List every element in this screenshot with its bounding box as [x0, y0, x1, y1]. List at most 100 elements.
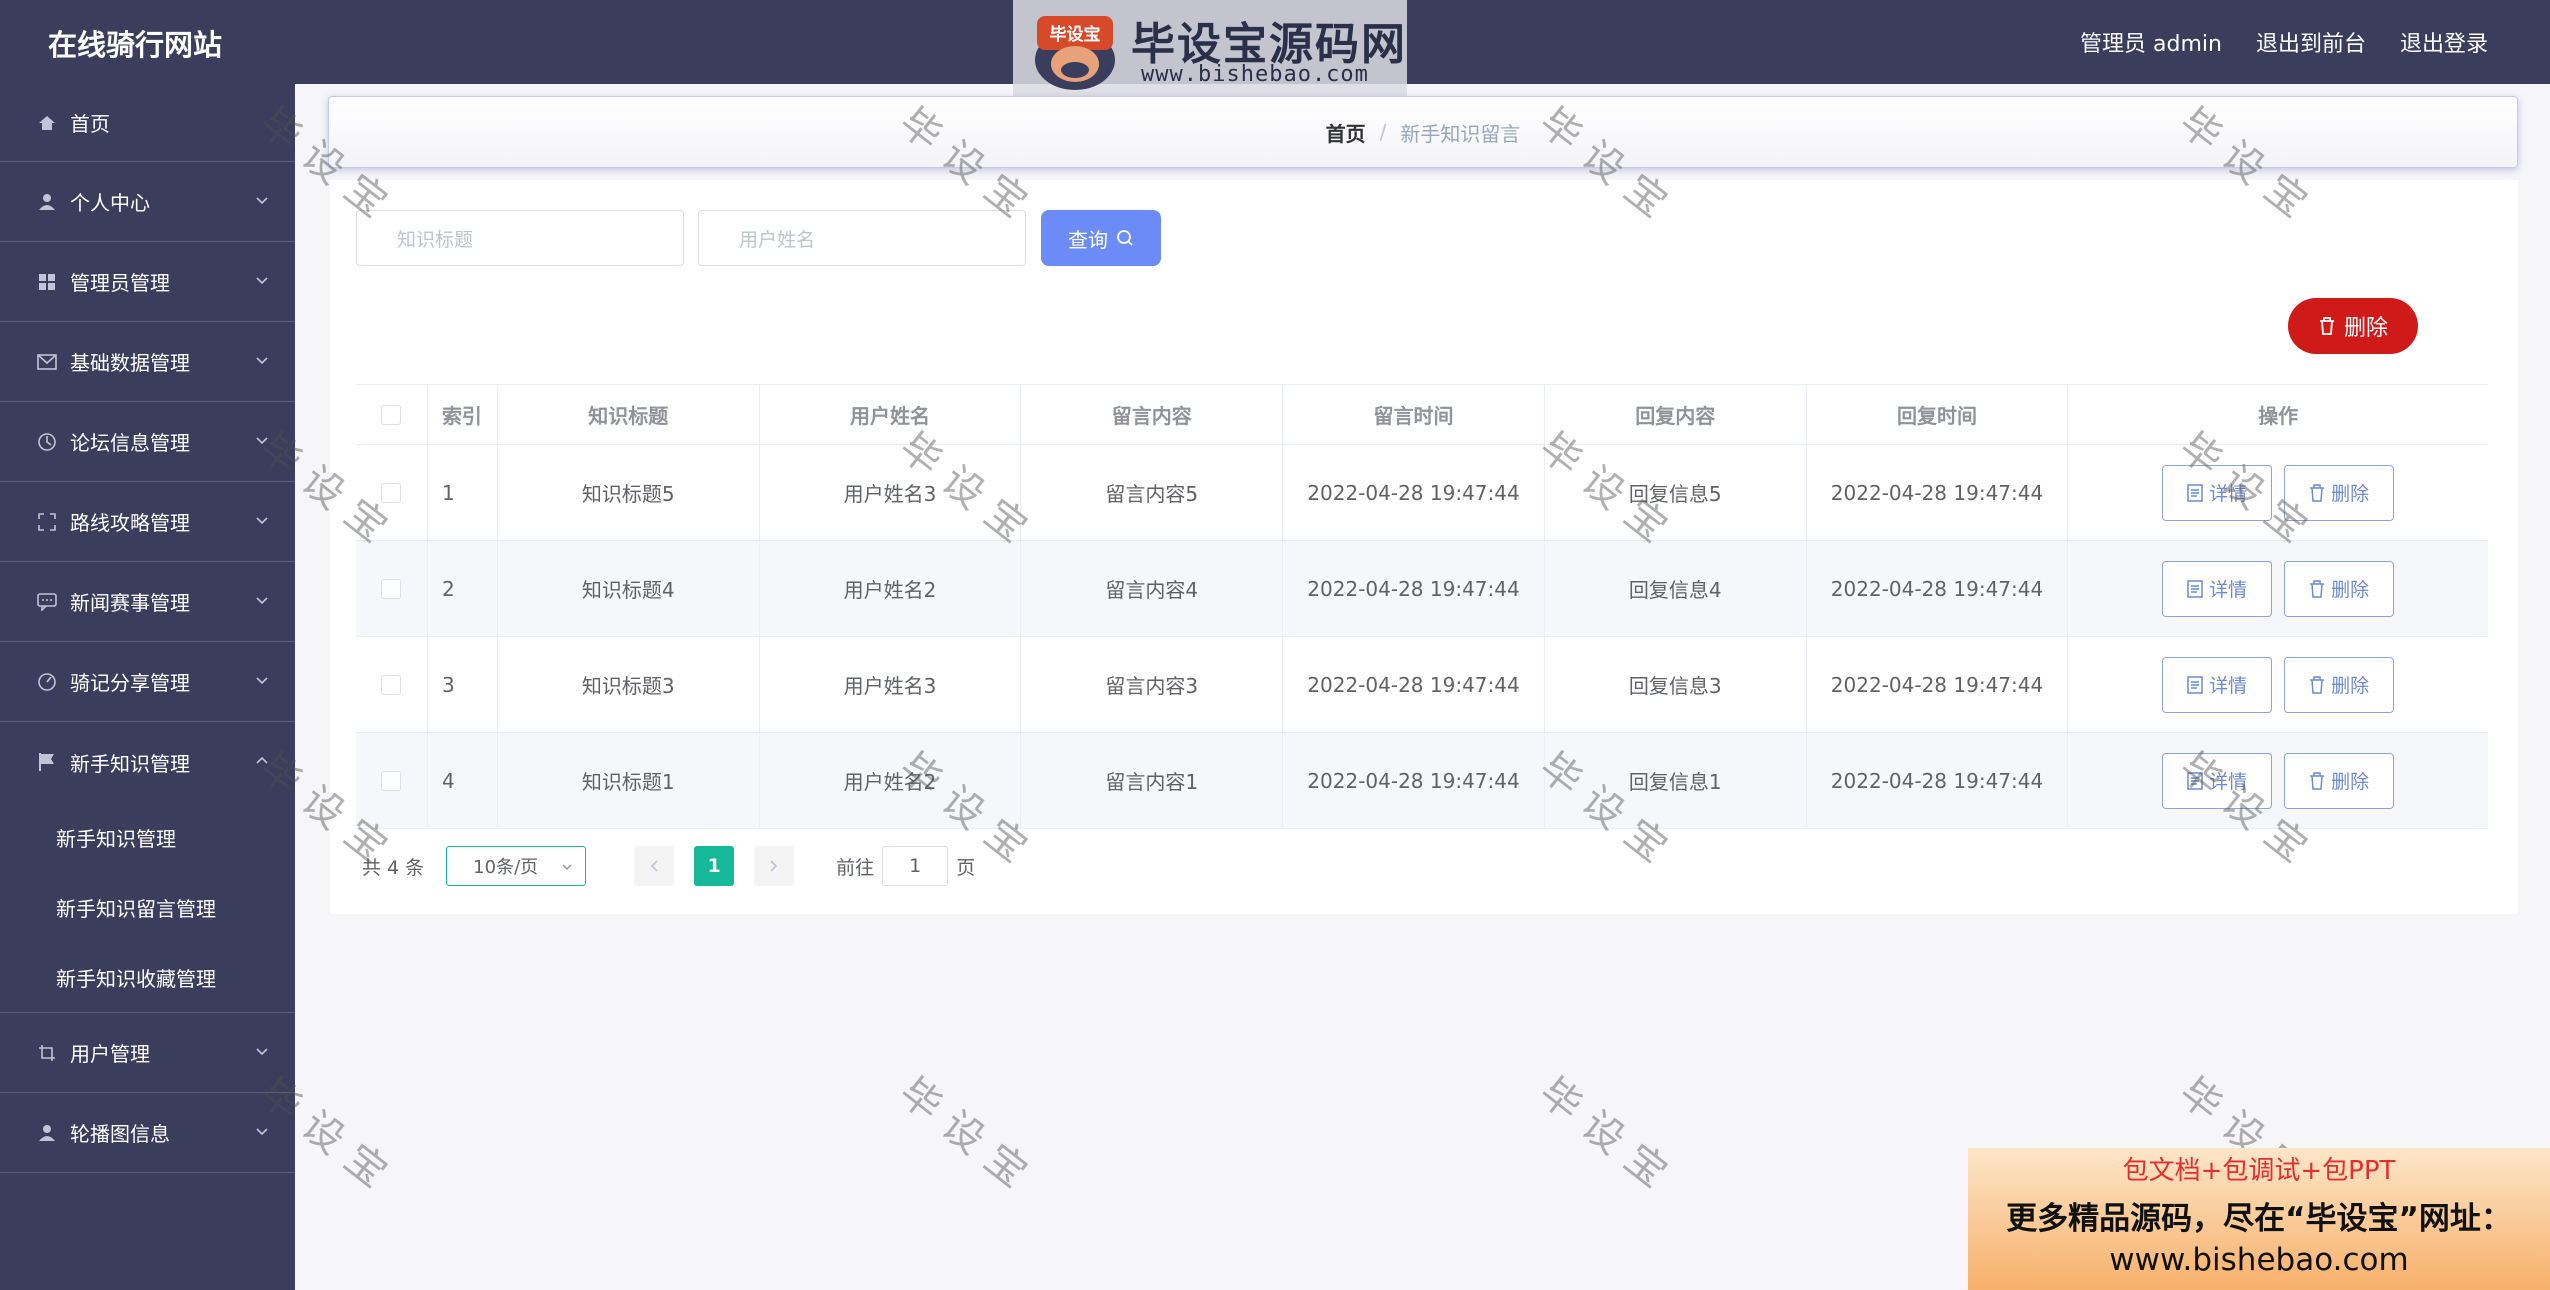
table-cell: 1 — [428, 445, 498, 540]
pagination-total: 共 4 条 — [362, 856, 425, 879]
sidebar-item-label: 新闻赛事管理 — [70, 591, 190, 615]
goto-label: 前往 — [836, 856, 875, 879]
row-actions: 详情 删除 — [2068, 733, 2488, 828]
row-checkbox[interactable] — [381, 482, 402, 503]
prev-page-button[interactable] — [634, 846, 675, 886]
select-all-checkbox[interactable] — [381, 404, 402, 425]
submenu-item-knowledge-messages[interactable]: 新手知识留言管理 — [0, 872, 295, 942]
table-cell: 知识标题3 — [498, 637, 760, 732]
sidebar-item-personal-center[interactable]: 个人中心 — [0, 162, 295, 242]
crop-icon — [36, 1042, 58, 1064]
table-cell: 回复信息4 — [1545, 541, 1807, 636]
row-actions: 详情 删除 — [2068, 445, 2488, 540]
next-page-button[interactable] — [754, 846, 795, 886]
page-size-select[interactable]: 10条/页 — [446, 846, 587, 886]
detail-button[interactable]: 详情 — [2162, 560, 2273, 617]
detail-button[interactable]: 详情 — [2162, 464, 2273, 521]
chevron-right-icon — [770, 860, 778, 872]
detail-button[interactable]: 详情 — [2162, 752, 2273, 809]
document-icon — [2187, 579, 2203, 598]
column-header: 操作 — [2258, 404, 2299, 428]
row-checkbox-cell — [356, 541, 428, 636]
table-cell: 3 — [428, 637, 498, 732]
row-checkbox[interactable] — [381, 674, 402, 695]
document-icon — [2187, 483, 2203, 502]
chevron-down-icon — [256, 1128, 268, 1136]
breadcrumb-home[interactable]: 首页 — [1326, 118, 1366, 147]
trash-icon — [2310, 579, 2325, 598]
promo-banner[interactable]: 包文档+包调试+包PPT 更多精品源码，尽在“毕设宝”网址： www.bishe… — [1968, 1148, 2550, 1290]
home-icon — [36, 112, 58, 134]
batch-delete-button[interactable]: 删除 — [2288, 298, 2418, 354]
table-cell: 2022-04-28 19:47:44 — [1283, 445, 1545, 540]
sidebar-item-label: 管理员管理 — [70, 271, 170, 295]
chevron-down-icon — [256, 277, 268, 285]
sidebar-item-news[interactable]: 新闻赛事管理 — [0, 562, 295, 642]
row-checkbox[interactable] — [381, 770, 402, 791]
submenu-item-knowledge[interactable]: 新手知识管理 — [0, 802, 295, 872]
trash-icon — [2319, 317, 2334, 335]
breadcrumb: 首页 / 新手知识留言 — [328, 96, 2518, 168]
table-cell: 用户姓名2 — [760, 733, 1022, 828]
delete-button[interactable]: 删除 — [2284, 752, 2395, 809]
exit-to-front-link[interactable]: 退出到前台 — [2256, 26, 2366, 58]
column-header: 知识标题 — [498, 385, 760, 444]
sidebar-item-label: 骑记分享管理 — [70, 671, 190, 695]
query-button[interactable]: 查询 — [1041, 210, 1161, 266]
sidebar-item-ride-share[interactable]: 骑记分享管理 — [0, 642, 295, 722]
sidebar-item-forum[interactable]: 论坛信息管理 — [0, 402, 295, 482]
watermark-text: 毕设宝 — [890, 1069, 1047, 1206]
trash-icon — [2310, 483, 2325, 502]
sidebar-item-home[interactable]: 首页 — [0, 84, 295, 162]
sidebar-item-label: 首页 — [70, 112, 110, 136]
table-cell: 留言内容3 — [1021, 637, 1284, 732]
chevron-down-icon — [256, 437, 268, 445]
row-checkbox[interactable] — [381, 578, 402, 599]
user-name-placeholder: 用户姓名 — [739, 228, 816, 251]
page-number-button[interactable]: 1 — [694, 846, 735, 886]
sidebar-item-label: 轮播图信息 — [70, 1122, 170, 1146]
delete-button[interactable]: 删除 — [2284, 560, 2395, 617]
watermark-text: 毕设宝 — [1530, 1069, 1687, 1206]
logout-link[interactable]: 退出登录 — [2400, 26, 2488, 58]
table-row: 4 知识标题1 用户姓名2 留言内容1 2022-04-28 19:47:44 … — [356, 733, 2488, 829]
sidebar-item-beginner-knowledge[interactable]: 新手知识管理 — [0, 722, 295, 802]
beginner-knowledge-submenu: 新手知识管理 新手知识留言管理 新手知识收藏管理 — [0, 802, 295, 1013]
sidebar-item-admin[interactable]: 管理员管理 — [0, 242, 295, 322]
chevron-down-icon — [256, 677, 268, 685]
fullscreen-icon — [36, 511, 58, 533]
user-icon — [36, 191, 58, 213]
delete-button[interactable]: 删除 — [2284, 656, 2395, 713]
sidebar-item-users[interactable]: 用户管理 — [0, 1013, 295, 1093]
site-title: 在线骑行网站 — [48, 28, 223, 62]
row-actions: 详情 删除 — [2068, 541, 2488, 636]
table-cell: 回复信息3 — [1545, 637, 1807, 732]
delete-button[interactable]: 删除 — [2284, 464, 2395, 521]
sidebar-item-base-data[interactable]: 基础数据管理 — [0, 322, 295, 402]
sidebar-item-carousel[interactable]: 轮播图信息 — [0, 1093, 295, 1173]
detail-button[interactable]: 详情 — [2162, 656, 2273, 713]
table-cell: 2 — [428, 541, 498, 636]
page-size-value: 10条/页 — [473, 857, 539, 878]
knowledge-title-input[interactable]: 知识标题 — [356, 210, 684, 266]
message-table: 索引 知识标题 用户姓名 留言内容 留言时间 回复内容 回复时间 操作 1 知识… — [356, 384, 2488, 829]
table-cell: 2022-04-28 19:47:44 — [1283, 637, 1545, 732]
submenu-item-knowledge-favorites[interactable]: 新手知识收藏管理 — [0, 942, 295, 1012]
sidebar-item-label: 路线攻略管理 — [70, 511, 190, 535]
delete-label: 删除 — [2331, 771, 2370, 793]
chevron-left-icon — [651, 860, 658, 872]
table-cell: 回复信息5 — [1545, 445, 1807, 540]
chevron-down-icon — [256, 197, 268, 205]
sidebar-item-route[interactable]: 路线攻略管理 — [0, 482, 295, 562]
promo-line-1: 包文档+包调试+包PPT — [2122, 1156, 2396, 1186]
logo-mascot-icon: 毕设宝 — [1035, 16, 1115, 90]
detail-label: 详情 — [2209, 579, 2248, 601]
goto-page-input[interactable]: 1 — [882, 846, 949, 886]
row-actions: 详情 删除 — [2068, 637, 2488, 732]
admin-label: 管理员 admin — [2080, 32, 2222, 57]
table-cell: 留言内容1 — [1021, 733, 1284, 828]
table-row: 1 知识标题5 用户姓名3 留言内容5 2022-04-28 19:47:44 … — [356, 445, 2488, 541]
user-name-input[interactable]: 用户姓名 — [698, 210, 1026, 266]
table-cell: 回复信息1 — [1545, 733, 1807, 828]
main-panel: 知识标题 用户姓名 查询 删除 索引 知识标题 用户姓名 留言内容 留言时间 回… — [330, 180, 2518, 914]
